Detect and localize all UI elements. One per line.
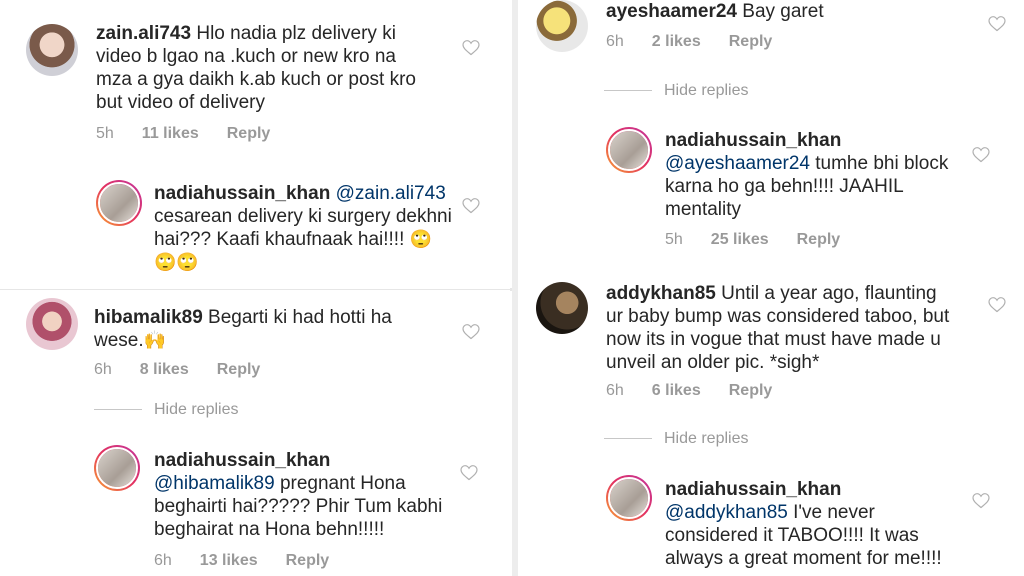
reply-username[interactable]: nadiahussain_khan — [154, 450, 330, 471]
comment-emoji: 🙌 — [143, 330, 167, 350]
hide-replies-line — [94, 409, 142, 411]
hide-replies-button[interactable]: Hide replies — [604, 430, 748, 448]
comment-hiba: hibamalik89 Begarti ki had hotti ha wese… — [26, 298, 496, 388]
heart-outline-icon[interactable] — [460, 465, 478, 481]
hide-replies-button[interactable]: Hide replies — [604, 82, 748, 100]
comment-zain: zain.ali743 Hlo nadia plz delivery ki vi… — [26, 20, 496, 150]
comment-body: zain.ali743 Hlo nadia plz delivery ki vi… — [96, 22, 426, 114]
comment-time: 6h — [606, 382, 624, 399]
heart-outline-icon[interactable] — [972, 147, 990, 163]
comment-addy: addykhan85 Until a year ago, flaunting u… — [536, 280, 1016, 410]
heart-outline-icon[interactable] — [972, 493, 990, 509]
avatar[interactable] — [96, 180, 142, 226]
comment-likes[interactable]: 8 likes — [140, 361, 189, 378]
comment-body: addykhan85 Until a year ago, flaunting u… — [606, 282, 951, 374]
comment-meta: 5h 11 likes Reply — [96, 125, 298, 143]
comment-meta: 6h 2 likes Reply — [606, 33, 800, 51]
comment-meta: 6h 6 likes Reply — [606, 382, 800, 400]
comment-username[interactable]: addykhan85 — [606, 283, 716, 304]
avatar[interactable] — [606, 475, 652, 521]
comment-likes[interactable]: 11 likes — [142, 125, 199, 142]
reply-likes[interactable]: 25 likes — [711, 231, 769, 248]
avatar[interactable] — [26, 298, 78, 350]
panel-divider-vertical — [512, 0, 518, 576]
avatar[interactable] — [536, 282, 588, 334]
heart-outline-icon[interactable] — [988, 16, 1006, 32]
hide-replies-label: Hide replies — [664, 82, 749, 99]
avatar[interactable] — [606, 127, 652, 173]
reply-nadia-1: nadiahussain_khan @zain.ali743 cesarean … — [96, 180, 496, 289]
comment-meta: 6h 8 likes Reply — [94, 361, 288, 379]
reply-mention[interactable]: @addykhan85 — [665, 502, 788, 523]
comment-body: hibamalik89 Begarti ki had hotti ha wese… — [94, 306, 414, 352]
heart-outline-icon[interactable] — [462, 324, 480, 340]
reply-meta: 5h 25 likes Reply — [665, 231, 868, 249]
panel-top-left: zain.ali743 Hlo nadia plz delivery ki vi… — [0, 0, 510, 289]
comment-likes[interactable]: 6 likes — [652, 382, 701, 399]
heart-outline-icon[interactable] — [988, 297, 1006, 313]
reply-body: nadiahussain_khan @addykhan85 I've never … — [665, 478, 965, 570]
comment-ayesha: ayeshaamer24 Bay garet 6h 2 likes Reply — [536, 0, 1016, 60]
panel-bottom-left: hibamalik89 Begarti ki had hotti ha wese… — [0, 290, 510, 576]
heart-outline-icon[interactable] — [462, 198, 480, 214]
panel-right: ayeshaamer24 Bay garet 6h 2 likes Reply Hi… — [520, 0, 1024, 576]
hide-replies-button[interactable]: Hide replies — [94, 401, 238, 419]
reply-time: 6h — [154, 552, 172, 569]
reply-time: 5h — [665, 231, 683, 248]
hide-replies-line — [604, 438, 652, 440]
hide-replies-line — [604, 90, 652, 92]
avatar[interactable] — [536, 0, 588, 52]
comment-time: 6h — [94, 361, 112, 378]
reply-text: cesarean delivery ki surgery dekhni hai?… — [154, 206, 452, 250]
reply-mention[interactable]: @hibamalik89 — [154, 473, 275, 494]
reply-button[interactable]: Reply — [286, 552, 330, 569]
comment-text: Bay garet — [737, 1, 824, 22]
reply-button[interactable]: Reply — [797, 231, 841, 248]
avatar[interactable] — [94, 445, 140, 491]
comment-likes[interactable]: 2 likes — [652, 33, 701, 50]
hide-replies-label: Hide replies — [664, 430, 749, 447]
avatar[interactable] — [26, 24, 78, 76]
comment-time: 5h — [96, 125, 114, 142]
reply-meta: 6h 13 likes Reply — [154, 552, 357, 570]
comment-username[interactable]: ayeshaamer24 — [606, 1, 737, 22]
comment-username[interactable]: zain.ali743 — [96, 23, 191, 44]
reply-username[interactable]: nadiahussain_khan — [665, 479, 841, 500]
reply-nadia-2: nadiahussain_khan @hibamalik89 pregnant H… — [94, 445, 496, 575]
reply-button[interactable]: Reply — [217, 361, 261, 378]
reply-body: nadiahussain_khan @zain.ali743 cesarean … — [154, 182, 454, 274]
reply-body: nadiahussain_khan @hibamalik89 pregnant H… — [154, 449, 454, 541]
reply-likes[interactable]: 13 likes — [200, 552, 258, 569]
hide-replies-label: Hide replies — [154, 401, 239, 418]
reply-username[interactable]: nadiahussain_khan — [154, 183, 330, 204]
reply-nadia-4: nadiahussain_khan @addykhan85 I've never … — [606, 475, 1016, 575]
reply-button[interactable]: Reply — [227, 125, 271, 142]
reply-button[interactable]: Reply — [729, 33, 773, 50]
heart-outline-icon[interactable] — [462, 40, 480, 56]
reply-button[interactable]: Reply — [729, 382, 773, 399]
reply-mention[interactable]: @ayeshaamer24 — [665, 153, 810, 174]
comment-username[interactable]: hibamalik89 — [94, 307, 203, 328]
comment-time: 6h — [606, 33, 624, 50]
reply-username[interactable]: nadiahussain_khan — [665, 130, 841, 151]
reply-body: nadiahussain_khan @ayeshaamer24 tumhe bhi… — [665, 129, 955, 221]
reply-nadia-3: nadiahussain_khan @ayeshaamer24 tumhe bhi… — [606, 127, 1016, 257]
comment-body: ayeshaamer24 Bay garet — [606, 0, 946, 23]
reply-mention[interactable]: @zain.ali743 — [336, 183, 446, 204]
